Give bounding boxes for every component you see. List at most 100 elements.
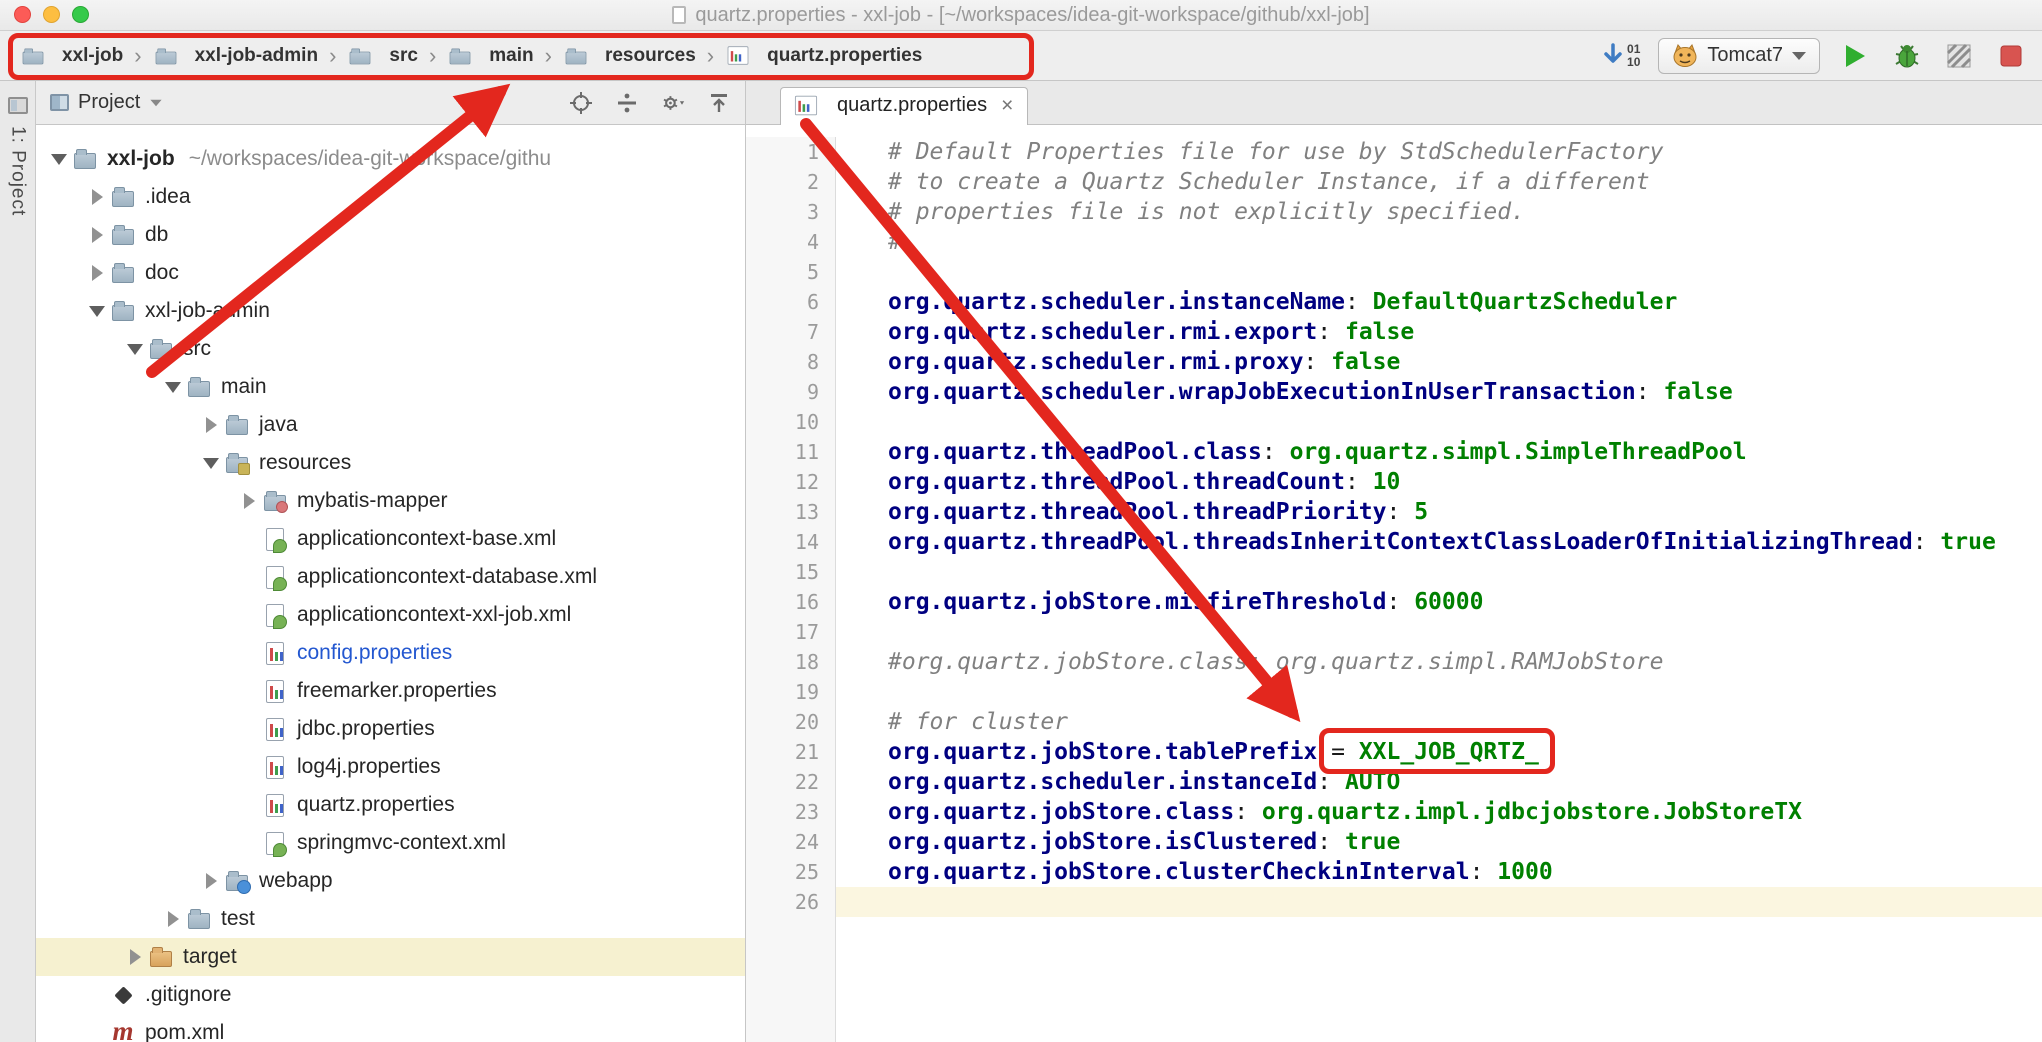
tree-item-test[interactable]: test bbox=[36, 900, 745, 938]
code-line-14[interactable]: 14org.quartz.threadPool.threadsInheritCo… bbox=[746, 527, 2042, 557]
line-number[interactable]: 20 bbox=[746, 707, 836, 737]
settings-gear-button[interactable] bbox=[661, 91, 685, 115]
code-line-23[interactable]: 23org.quartz.jobStore.class: org.quartz.… bbox=[746, 797, 2042, 827]
collapsed-arrow-icon[interactable] bbox=[122, 949, 148, 965]
code-line-18[interactable]: 18#org.quartz.jobStore.class: org.quartz… bbox=[746, 647, 2042, 677]
code-line-3[interactable]: 3# properties file is not explicitly spe… bbox=[746, 197, 2042, 227]
expanded-arrow-icon[interactable] bbox=[46, 154, 72, 165]
expanded-arrow-icon[interactable] bbox=[198, 458, 224, 469]
mac-zoom-button[interactable] bbox=[72, 6, 89, 23]
run-button[interactable] bbox=[1838, 39, 1872, 73]
expanded-arrow-icon[interactable] bbox=[84, 306, 110, 317]
run-configuration-select[interactable]: Tomcat7 bbox=[1658, 38, 1820, 74]
tree-item-.idea[interactable]: .idea bbox=[36, 178, 745, 216]
line-number[interactable]: 17 bbox=[746, 617, 836, 647]
breadcrumb-item-resources[interactable]: resources bbox=[563, 45, 696, 67]
code-line-1[interactable]: 1# Default Properties file for use by St… bbox=[746, 137, 2042, 167]
tree-item-applicationcontext-xxl-job.xml[interactable]: applicationcontext-xxl-job.xml bbox=[36, 596, 745, 634]
code-line-11[interactable]: 11org.quartz.threadPool.class: org.quart… bbox=[746, 437, 2042, 467]
collapsed-arrow-icon[interactable] bbox=[198, 873, 224, 889]
line-number[interactable]: 22 bbox=[746, 767, 836, 797]
code-line-8[interactable]: 8org.quartz.scheduler.rmi.proxy: false bbox=[746, 347, 2042, 377]
line-number[interactable]: 5 bbox=[746, 257, 836, 287]
collapsed-arrow-icon[interactable] bbox=[84, 227, 110, 243]
line-number[interactable]: 21 bbox=[746, 737, 836, 767]
coverage-button[interactable] bbox=[1942, 39, 1976, 73]
tree-item-applicationcontext-base.xml[interactable]: applicationcontext-base.xml bbox=[36, 520, 745, 558]
tree-item-db[interactable]: db bbox=[36, 216, 745, 254]
line-number[interactable]: 23 bbox=[746, 797, 836, 827]
tree-item-mybatis-mapper[interactable]: mybatis-mapper bbox=[36, 482, 745, 520]
tree-item-.gitignore[interactable]: .gitignore bbox=[36, 976, 745, 1014]
line-number[interactable]: 8 bbox=[746, 347, 836, 377]
tree-item-doc[interactable]: doc bbox=[36, 254, 745, 292]
code-line-5[interactable]: 5 bbox=[746, 257, 2042, 287]
code-line-7[interactable]: 7org.quartz.scheduler.rmi.export: false bbox=[746, 317, 2042, 347]
tree-item-log4j.properties[interactable]: log4j.properties bbox=[36, 748, 745, 786]
line-number[interactable]: 15 bbox=[746, 557, 836, 587]
tree-item-springmvc-context.xml[interactable]: springmvc-context.xml bbox=[36, 824, 745, 862]
code-line-24[interactable]: 24org.quartz.jobStore.isClustered: true bbox=[746, 827, 2042, 857]
collapsed-arrow-icon[interactable] bbox=[198, 417, 224, 433]
collapse-all-button[interactable] bbox=[707, 91, 731, 115]
tree-item-target[interactable]: target bbox=[36, 938, 745, 976]
code-line-21[interactable]: 21org.quartz.jobStore.tablePrefix = XXL_… bbox=[746, 737, 2042, 767]
code-line-6[interactable]: 6org.quartz.scheduler.instanceName: Defa… bbox=[746, 287, 2042, 317]
code-line-19[interactable]: 19 bbox=[746, 677, 2042, 707]
breadcrumb-item-src[interactable]: src bbox=[347, 45, 418, 67]
line-number[interactable]: 19 bbox=[746, 677, 836, 707]
tree-item-src[interactable]: src bbox=[36, 330, 745, 368]
code-line-2[interactable]: 2# to create a Quartz Scheduler Instance… bbox=[746, 167, 2042, 197]
stop-button[interactable] bbox=[1994, 39, 2028, 73]
line-number[interactable]: 24 bbox=[746, 827, 836, 857]
code-line-25[interactable]: 25org.quartz.jobStore.clusterCheckinInte… bbox=[746, 857, 2042, 887]
code-line-9[interactable]: 9org.quartz.scheduler.wrapJobExecutionIn… bbox=[746, 377, 2042, 407]
line-number[interactable]: 12 bbox=[746, 467, 836, 497]
collapsed-arrow-icon[interactable] bbox=[236, 493, 262, 509]
line-number[interactable]: 11 bbox=[746, 437, 836, 467]
tree-item-pom.xml[interactable]: pom.xml bbox=[36, 1014, 745, 1042]
vcs-update-indicator[interactable]: 01 10 bbox=[1602, 43, 1640, 69]
breadcrumb-item-xxl-job[interactable]: xxl-job bbox=[20, 45, 123, 67]
tree-item-applicationcontext-database.xml[interactable]: applicationcontext-database.xml bbox=[36, 558, 745, 596]
line-number[interactable]: 13 bbox=[746, 497, 836, 527]
tree-item-xxl-job[interactable]: xxl-job~/workspaces/idea-git-workspace/g… bbox=[36, 140, 745, 178]
line-number[interactable]: 18 bbox=[746, 647, 836, 677]
tool-window-tab-project[interactable]: 1: Project bbox=[7, 126, 29, 216]
collapsed-arrow-icon[interactable] bbox=[160, 911, 186, 927]
tab-quartz-properties[interactable]: quartz.properties × bbox=[780, 87, 1028, 125]
breadcrumb-item-main[interactable]: main bbox=[447, 45, 533, 67]
mac-close-button[interactable] bbox=[14, 6, 31, 23]
locate-button[interactable] bbox=[569, 91, 593, 115]
tree-item-freemarker.properties[interactable]: freemarker.properties bbox=[36, 672, 745, 710]
tree-item-main[interactable]: main bbox=[36, 368, 745, 406]
expanded-arrow-icon[interactable] bbox=[122, 344, 148, 355]
line-number[interactable]: 10 bbox=[746, 407, 836, 437]
code-line-15[interactable]: 15 bbox=[746, 557, 2042, 587]
line-number[interactable]: 9 bbox=[746, 377, 836, 407]
tree-item-resources[interactable]: resources bbox=[36, 444, 745, 482]
line-number[interactable]: 7 bbox=[746, 317, 836, 347]
expanded-arrow-icon[interactable] bbox=[160, 382, 186, 393]
tree-item-jdbc.properties[interactable]: jdbc.properties bbox=[36, 710, 745, 748]
code-line-17[interactable]: 17 bbox=[746, 617, 2042, 647]
breadcrumb-item-xxl-job-admin[interactable]: xxl-job-admin bbox=[153, 45, 319, 67]
code-line-13[interactable]: 13org.quartz.threadPool.threadPriority: … bbox=[746, 497, 2042, 527]
code-line-4[interactable]: 4# bbox=[746, 227, 2042, 257]
chevron-down-icon[interactable] bbox=[151, 99, 162, 105]
line-number[interactable]: 25 bbox=[746, 857, 836, 887]
debug-button[interactable] bbox=[1890, 39, 1924, 73]
collapsed-arrow-icon[interactable] bbox=[84, 265, 110, 281]
line-number[interactable]: 26 bbox=[746, 887, 836, 917]
line-number[interactable]: 6 bbox=[746, 287, 836, 317]
code-line-12[interactable]: 12org.quartz.threadPool.threadCount: 10 bbox=[746, 467, 2042, 497]
tree-item-java[interactable]: java bbox=[36, 406, 745, 444]
tree-item-webapp[interactable]: webapp bbox=[36, 862, 745, 900]
tree-item-xxl-job-admin[interactable]: xxl-job-admin bbox=[36, 292, 745, 330]
close-tab-icon[interactable]: × bbox=[1001, 97, 1013, 115]
line-number[interactable]: 1 bbox=[746, 137, 836, 167]
code-line-26[interactable]: 26 bbox=[746, 887, 2042, 917]
code-line-10[interactable]: 10 bbox=[746, 407, 2042, 437]
scroll-from-source-button[interactable] bbox=[615, 91, 639, 115]
collapsed-arrow-icon[interactable] bbox=[84, 189, 110, 205]
